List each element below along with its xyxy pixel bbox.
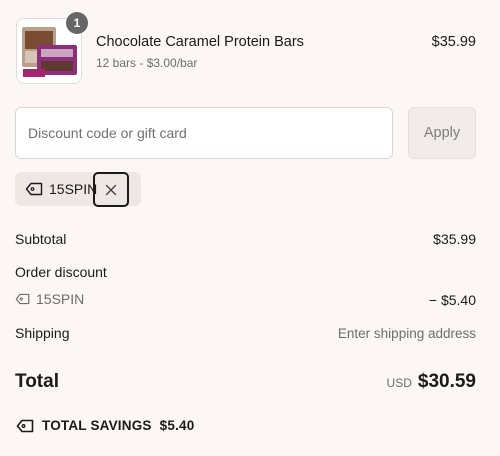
tag-icon [25, 182, 43, 196]
savings-label: TOTAL SAVINGS [42, 418, 152, 433]
discount-code-text: 15SPIN [36, 291, 85, 307]
line-item: 1 Chocolate Caramel Protein Bars 12 bars… [16, 12, 476, 84]
remove-discount-button[interactable] [93, 172, 129, 207]
apply-button[interactable]: Apply [408, 107, 476, 159]
shipping-row: Shipping Enter shipping address [15, 325, 476, 341]
discount-code-row: 15SPIN − $5.40 [15, 291, 476, 308]
applied-discount-code: 15SPIN [49, 181, 98, 197]
shipping-value: Enter shipping address [337, 326, 476, 341]
shipping-label: Shipping [15, 325, 70, 341]
total-savings: TOTAL SAVINGS $5.40 [16, 418, 194, 433]
order-discount-label: Order discount [15, 264, 107, 280]
subtotal-row: Subtotal $35.99 [15, 231, 476, 247]
subtotal-label: Subtotal [15, 231, 67, 247]
discount-code-line: 15SPIN [15, 291, 84, 307]
discount-code-input[interactable] [15, 107, 393, 159]
product-variant: 12 bars - $3.00/bar [96, 56, 198, 70]
product-price: $35.99 [431, 34, 476, 50]
total-value: $30.59 [417, 371, 476, 392]
discount-value: − $5.40 [428, 292, 476, 308]
close-icon [105, 184, 117, 196]
tag-icon [15, 293, 30, 305]
tag-icon [16, 419, 34, 433]
product-name: Chocolate Caramel Protein Bars [96, 34, 304, 50]
savings-value: $5.40 [159, 418, 195, 433]
order-discount-row: Order discount [15, 264, 476, 280]
total-label: Total [15, 371, 59, 392]
quantity-badge: 1 [66, 12, 88, 34]
subtotal-value: $35.99 [433, 231, 476, 247]
currency-code: USD [386, 376, 412, 390]
total-row: Total USD $30.59 [15, 371, 476, 393]
